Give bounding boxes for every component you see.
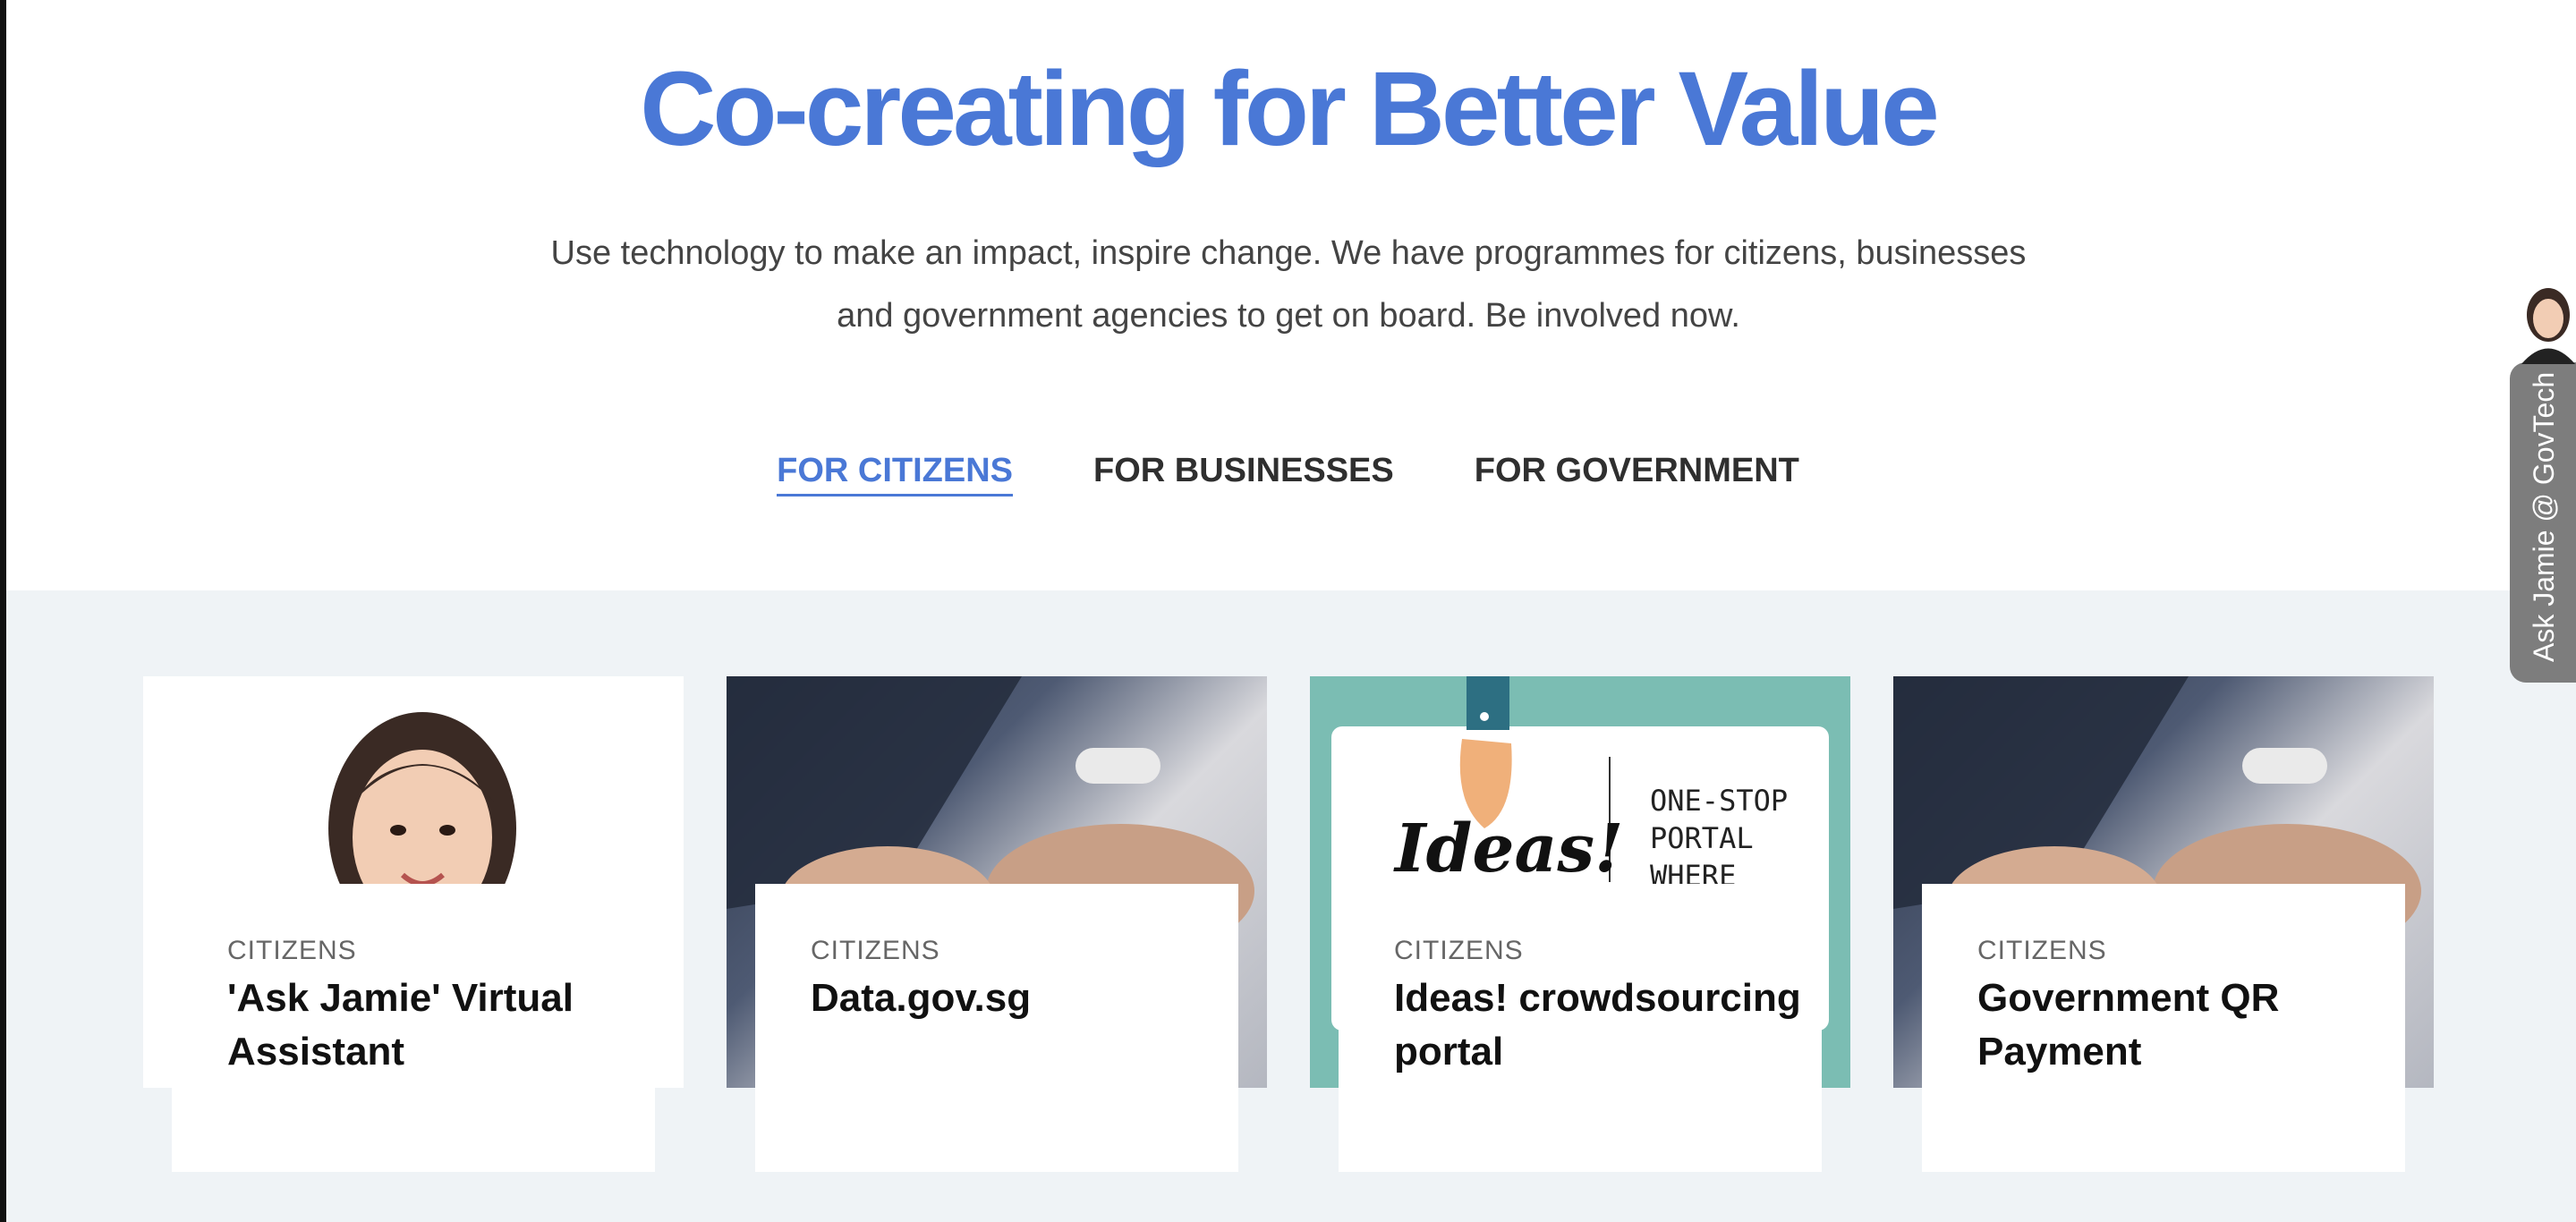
- card-panel: CITIZENS Government QR Payment: [1922, 884, 2405, 1172]
- card-title: 'Ask Jamie' Virtual Assistant: [227, 976, 574, 1073]
- card-title: Ideas! crowdsourcing portal: [1394, 976, 1801, 1073]
- ideas-tagline: ONE-STOP PORTAL WHERE: [1650, 782, 1788, 895]
- audience-tabs: FOR CITIZENS FOR BUSINESSES FOR GOVERNME…: [0, 452, 2576, 496]
- ask-jamie-label[interactable]: Ask Jamie @ GovTech: [2528, 372, 2561, 662]
- card-category: CITIZENS: [1977, 936, 2107, 965]
- card-category: CITIZENS: [811, 936, 940, 965]
- card-panel: CITIZENS Data.gov.sg: [755, 884, 1238, 1172]
- card-government-qr-payment[interactable]: CITIZENS Government QR Payment: [1893, 676, 2434, 1172]
- page-subtitle: Use technology to make an impact, inspir…: [483, 222, 2094, 347]
- ask-jamie-avatar-icon[interactable]: [2512, 279, 2575, 364]
- tab-for-businesses[interactable]: FOR BUSINESSES: [1093, 452, 1394, 496]
- subtitle-line-2: and government agencies to get on board.…: [837, 297, 1740, 335]
- card-panel: CITIZENS Ideas! crowdsourcing portal: [1339, 884, 1822, 1172]
- window-edge: [0, 0, 6, 1222]
- subtitle-line-1: Use technology to make an impact, inspir…: [550, 234, 2027, 272]
- card-title: Data.gov.sg: [811, 976, 1032, 1020]
- tab-for-government[interactable]: FOR GOVERNMENT: [1475, 452, 1799, 496]
- card-ideas-portal[interactable]: Ideas! ONE-STOP PORTAL WHERE CITIZENS Id…: [1310, 676, 1850, 1172]
- card-panel: CITIZENS 'Ask Jamie' Virtual Assistant: [172, 884, 655, 1172]
- card-data-gov-sg[interactable]: CITIZENS Data.gov.sg: [727, 676, 1267, 1172]
- card-category: CITIZENS: [1394, 936, 1524, 965]
- ideas-logo-text: Ideas!: [1395, 810, 1624, 887]
- card-title: Government QR Payment: [1977, 976, 2280, 1073]
- ideas-tagline-line-1: ONE-STOP: [1650, 784, 1789, 818]
- card-category: CITIZENS: [227, 936, 357, 965]
- ideas-tagline-line-2: PORTAL: [1650, 821, 1754, 855]
- tab-for-citizens[interactable]: FOR CITIZENS: [777, 452, 1014, 496]
- card-ask-jamie[interactable]: CITIZENS 'Ask Jamie' Virtual Assistant: [143, 676, 684, 1172]
- page-title: Co-creating for Better Value: [640, 50, 1940, 168]
